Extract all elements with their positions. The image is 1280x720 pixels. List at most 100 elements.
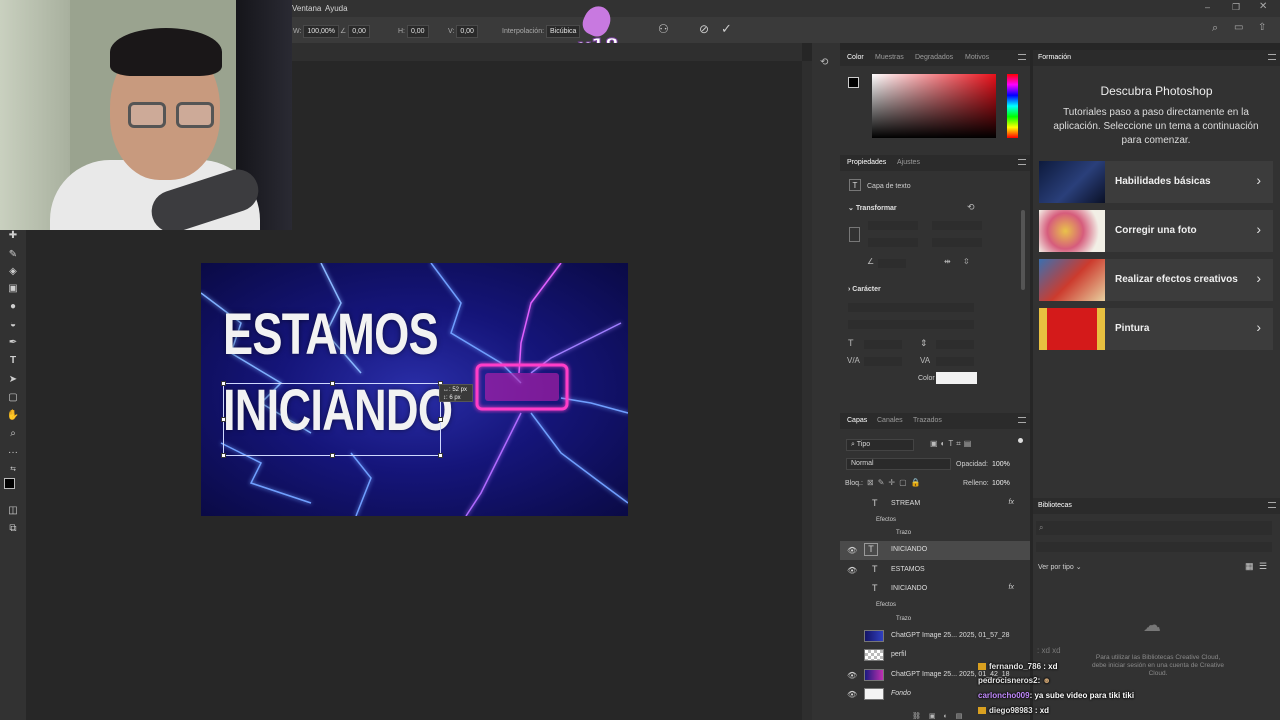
commit-transform-icon[interactable]: ✓ [721, 21, 732, 37]
panel-menu-icon[interactable] [1268, 54, 1276, 60]
warp-icon[interactable]: ⚇ [658, 22, 669, 36]
tutorial-card[interactable]: Realizar efectos creativos › [1039, 259, 1273, 301]
visibility-eye-icon[interactable]: 👁 [847, 566, 857, 575]
tab-patterns[interactable]: Motivos [965, 54, 989, 61]
share-icon[interactable]: ⇧ [1258, 22, 1266, 33]
spot-healing-tool-icon[interactable]: ✚ [5, 229, 21, 243]
scale-width-field[interactable]: W: 100,00% [293, 25, 340, 38]
transform-handle[interactable] [438, 453, 443, 458]
quick-mask-icon[interactable]: ◫ [5, 504, 21, 518]
visibility-eye-icon[interactable]: 👁 [847, 546, 857, 555]
h-skew-value[interactable]: 0,00 [406, 25, 429, 38]
y-field[interactable] [932, 238, 982, 247]
libraries-select[interactable] [1036, 542, 1272, 552]
tab-layers[interactable]: Capas [847, 417, 867, 424]
lock-options-icons[interactable]: ⊠✎✛▢🔒 [867, 478, 925, 487]
properties-scrollbar[interactable] [1021, 210, 1025, 290]
flip-horizontal-icon[interactable]: ⇹ [944, 257, 951, 266]
tab-learn[interactable]: Formación [1038, 54, 1071, 61]
v-skew-field[interactable]: V: 0,00 [448, 25, 478, 38]
restore-icon[interactable]: ❐ [1232, 2, 1240, 13]
rectangle-tool-icon[interactable]: ▢ [5, 391, 21, 405]
menu-ventana[interactable]: Ventana [292, 4, 321, 13]
panel-menu-icon[interactable] [1018, 417, 1026, 423]
layer-row[interactable]: ChatGPT Image 25... 2025, 01_57_28 [840, 627, 1030, 646]
kerning-field[interactable] [864, 357, 902, 366]
transform-handle[interactable] [330, 453, 335, 458]
layer-row-selected[interactable]: 👁 T INICIANDO [840, 541, 1030, 560]
fx-icon[interactable]: fx [1009, 499, 1014, 506]
h-skew-field[interactable]: H: 0,00 [398, 25, 429, 38]
font-style-select[interactable] [848, 320, 974, 329]
rotation-value[interactable]: 0,00 [348, 25, 370, 38]
minimize-icon[interactable]: – [1205, 2, 1210, 12]
tab-channels[interactable]: Canales [877, 417, 903, 424]
reset-transform-icon[interactable]: ⟲ [967, 202, 975, 213]
canvas-image[interactable]: ESTAMOS INICIANDO ↔: 52 px ↕: 6 px [201, 263, 628, 516]
interpolation-select[interactable]: Bicúbica [545, 25, 581, 38]
tutorial-card[interactable]: Pintura › [1039, 308, 1273, 350]
view-by-type-select[interactable]: Ver por tipo ⌄ [1038, 563, 1082, 571]
transform-handle[interactable] [221, 381, 226, 386]
leading-field[interactable] [936, 340, 974, 349]
font-size-field[interactable] [864, 340, 902, 349]
gradient-tool-icon[interactable]: ▣ [5, 282, 21, 296]
foreground-color-swatch[interactable] [4, 478, 15, 489]
character-section-title[interactable]: › Carácter [848, 286, 881, 293]
brush-tool-icon[interactable]: ✎ [5, 248, 21, 262]
visibility-eye-icon[interactable]: 👁 [847, 690, 857, 699]
tab-properties[interactable]: Propiedades [847, 159, 886, 166]
canvas-text-estamos[interactable]: ESTAMOS [223, 301, 439, 368]
layer-row[interactable]: T STREAM fx [840, 495, 1030, 514]
tutorial-card[interactable]: Corregir una foto › [1039, 210, 1273, 252]
more-tools-icon[interactable]: ··· [5, 446, 21, 460]
pen-tool-icon[interactable]: ✒ [5, 336, 21, 350]
fx-icon[interactable]: fx [1009, 584, 1014, 591]
transform-section-title[interactable]: ⌄ Transformar [848, 204, 897, 212]
search-icon[interactable]: ⌕ [1212, 22, 1218, 35]
text-color-swatch[interactable] [936, 372, 977, 384]
layer-row[interactable]: 👁 T ESTAMOS [840, 561, 1030, 580]
vertical-scrollbar[interactable] [802, 61, 812, 720]
tab-gradients[interactable]: Degradados [915, 54, 953, 61]
fill-value[interactable]: 100% [992, 480, 1010, 487]
x-field[interactable] [932, 221, 982, 230]
tutorial-card[interactable]: Habilidades básicas › [1039, 161, 1273, 203]
tab-adjustments[interactable]: Ajustes [897, 159, 920, 166]
close-window-icon[interactable]: ✕ [1259, 1, 1267, 12]
grid-view-icon[interactable]: ▦ [1245, 561, 1254, 572]
workspace-icon[interactable]: ▭ [1234, 22, 1243, 33]
layer-filter-select[interactable]: ⌕ Tipo [846, 439, 914, 451]
visibility-eye-icon[interactable]: 👁 [847, 671, 857, 680]
width-field[interactable] [868, 221, 918, 230]
cancel-transform-icon[interactable]: ⊘ [699, 22, 709, 36]
screen-mode-icon[interactable]: ⧉ [5, 522, 21, 536]
swap-colors-icon[interactable]: ⇆ [5, 463, 21, 477]
tab-color[interactable]: Color [847, 54, 864, 61]
link-dimensions-icon[interactable] [849, 227, 860, 242]
blur-tool-icon[interactable]: ● [5, 300, 21, 314]
v-skew-value[interactable]: 0,00 [456, 25, 478, 38]
tracking-field[interactable] [936, 357, 974, 366]
layers-bottom-icons[interactable]: ⛓▣◐▤ [912, 712, 970, 720]
libraries-search-input[interactable]: ⌕ [1036, 521, 1272, 535]
layer-filter-icons[interactable]: ▣◐T⌗▤ [930, 439, 974, 449]
transform-handle[interactable] [438, 417, 443, 422]
opacity-value[interactable]: 100% [992, 461, 1010, 468]
rotation-field[interactable]: ∠ 0,00 [340, 25, 370, 38]
transform-bounding-box[interactable] [221, 381, 443, 458]
transform-handle[interactable] [221, 417, 226, 422]
panel-menu-icon[interactable] [1018, 54, 1026, 60]
history-panel-icon[interactable]: ⟲ [820, 57, 828, 68]
font-family-select[interactable] [848, 303, 974, 312]
dodge-tool-icon[interactable]: ◒ [5, 318, 21, 332]
scale-width-value[interactable]: 100,00% [303, 25, 340, 38]
interpolation-field[interactable]: Interpolación: Bicúbica [502, 25, 581, 38]
filter-toggle-icon[interactable] [1018, 438, 1023, 443]
angle-field[interactable] [878, 259, 906, 268]
zoom-tool-icon[interactable]: ⌕ [5, 427, 21, 441]
flip-vertical-icon[interactable]: ⇳ [963, 257, 970, 266]
hue-slider[interactable] [1007, 74, 1018, 138]
hand-tool-icon[interactable]: ✋ [5, 409, 21, 423]
panel-menu-icon[interactable] [1268, 502, 1276, 508]
